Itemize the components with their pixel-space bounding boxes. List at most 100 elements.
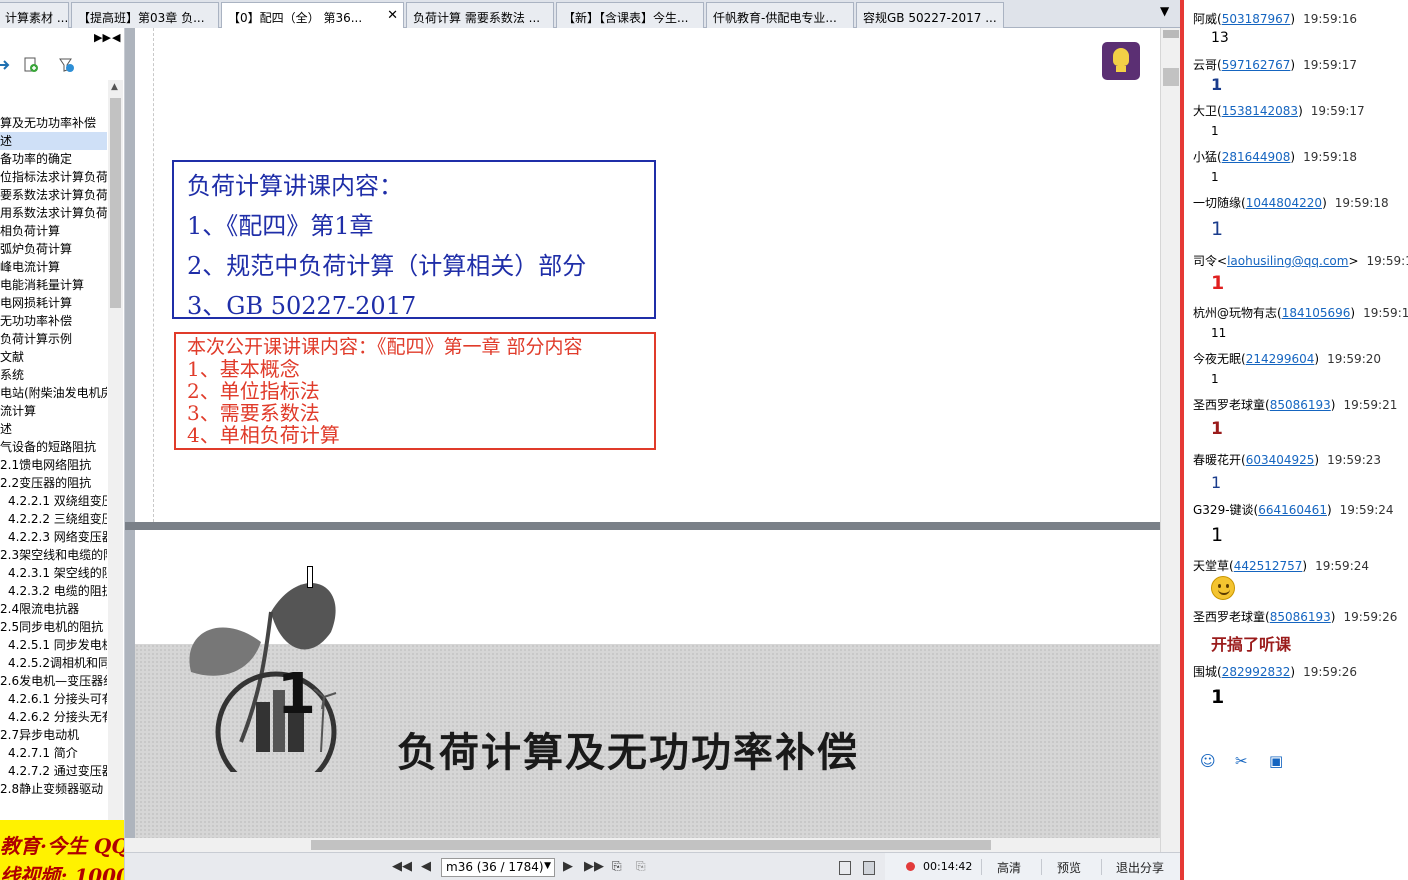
bookmark-item[interactable]: 4.2.6.2 分接头无有	[0, 708, 107, 726]
exit-share-button[interactable]: 退出分享	[1116, 859, 1164, 876]
bookmark-item[interactable]: 4.2.2.3 网络变压器	[0, 528, 107, 546]
tab-6[interactable]: 仟帆教育-供配电专业...	[706, 2, 854, 28]
sender-id-link[interactable]: 85086193	[1270, 610, 1331, 624]
bookmark-item[interactable]: 负荷计算示例	[0, 330, 107, 348]
emoji-icon[interactable]: ☺	[1200, 752, 1218, 770]
bookmark-item[interactable]: 2.7异步电动机	[0, 726, 107, 744]
image-icon[interactable]: ▣	[1269, 752, 1287, 770]
tab-3-active[interactable]: 【0】配四（全） 第36... ✕	[221, 2, 404, 28]
bookmark-item[interactable]: 4.2.7.2 通过变压器	[0, 762, 107, 780]
bookmark-item[interactable]: 2.2变压器的阻抗	[0, 474, 107, 492]
tab-4[interactable]: 负荷计算 需要系数法 ...	[406, 2, 554, 28]
bookmark-item[interactable]: 4.2.5.2调相机和同	[0, 654, 107, 672]
next-page-icon[interactable]: ▶	[563, 859, 573, 874]
bookmark-item[interactable]: 位指标法求计算负荷	[0, 168, 107, 186]
sender-id-link[interactable]: 85086193	[1270, 398, 1331, 412]
tab-dropdown-icon[interactable]: ▼	[1160, 4, 1169, 18]
page-number-select[interactable]: m36 (36 / 1784) ▼	[441, 858, 555, 877]
bookmark-item[interactable]: 述	[0, 420, 107, 438]
continuous-view-icon[interactable]	[863, 861, 875, 875]
hd-button[interactable]: 高清	[997, 859, 1021, 876]
bookmark-item[interactable]: 要系数法求计算负荷	[0, 186, 107, 204]
sender-id-link[interactable]: 282992832	[1222, 665, 1291, 679]
sender-id-link[interactable]: 664160461	[1258, 503, 1327, 517]
scrollbar-thumb[interactable]	[1163, 68, 1179, 86]
sender-id-link[interactable]: 281644908	[1222, 150, 1291, 164]
preview-button[interactable]: 预览	[1057, 859, 1081, 876]
panel-collapse-icon[interactable]: ◀	[112, 31, 120, 44]
tab-label: 计算素材 ...	[5, 11, 69, 25]
sender-id-link[interactable]: 214299604	[1246, 352, 1315, 366]
first-page-icon[interactable]: ◀◀	[392, 859, 412, 874]
sender-id-link[interactable]: 1044804220	[1246, 196, 1322, 210]
bookmark-item[interactable]: 4.2.3.2 电缆的阻抗	[0, 582, 107, 600]
bookmark-item[interactable]: 电站(附柴油发电机房	[0, 384, 107, 402]
previous-page-icon[interactable]: ◀	[421, 859, 431, 874]
bookmark-item[interactable]: 4.2.3.1 架空线的阻	[0, 564, 107, 582]
page-forward-icon[interactable]: ⎘	[636, 859, 646, 874]
bookmark-item[interactable]: 弧炉负荷计算	[0, 240, 107, 258]
bookmark-item[interactable]: 系统	[0, 366, 107, 384]
bookmark-item[interactable]: 电网损耗计算	[0, 294, 107, 312]
bookmark-item[interactable]: 2.8静止变频器驱动	[0, 780, 107, 794]
scroll-up-button[interactable]	[1163, 30, 1179, 38]
bookmark-item[interactable]: 算及无功功率补偿	[0, 114, 107, 132]
document-vertical-scrollbar[interactable]	[1160, 28, 1180, 852]
single-page-view-icon[interactable]	[839, 861, 851, 875]
bookmark-item[interactable]: 4.2.6.1 分接头可有	[0, 690, 107, 708]
bookmark-panel: ▶▶ ◀ 算及无功功率补偿 述 备功率的确定 位指标法求计算负荷 要系数法求计算…	[0, 28, 125, 880]
bookmark-item[interactable]: 2.6发电机—变压器组	[0, 672, 107, 690]
bookmark-item[interactable]: 4.2.7.1 简介	[0, 744, 107, 762]
bookmark-item[interactable]: 气设备的短路阻抗	[0, 438, 107, 456]
last-page-icon[interactable]: ▶▶	[584, 859, 604, 874]
scroll-up-icon[interactable]: ▲	[111, 82, 118, 92]
scissors-icon[interactable]: ✂	[1235, 752, 1253, 770]
tab-5[interactable]: 【新】【含课表】今生...	[556, 2, 704, 28]
bookmark-item[interactable]: 备功率的确定	[0, 150, 107, 168]
bookmark-item[interactable]: 无功功率补偿	[0, 312, 107, 330]
tab-1[interactable]: 计算素材 ...	[0, 2, 69, 28]
chapter-title: 负荷计算及无功功率补偿	[397, 730, 859, 776]
bookmark-item[interactable]: 用系数法求计算负荷	[0, 204, 107, 222]
sender-name: 大卫	[1193, 104, 1218, 118]
bookmark-item[interactable]: 4.2.5.1 同步发电机	[0, 636, 107, 654]
tab-2[interactable]: 【提高班】第03章 负...	[71, 2, 219, 28]
sender-id-link[interactable]: 442512757	[1234, 559, 1303, 573]
bookmark-item[interactable]: 峰电流计算	[0, 258, 107, 276]
chat-message-body: 开搞了听课	[1211, 635, 1292, 654]
double-chevron-right-icon[interactable]: ▶▶	[94, 31, 111, 44]
sender-id-link[interactable]: 603404925	[1246, 453, 1315, 467]
bookmark-scrollbar[interactable]: ▲	[108, 80, 123, 860]
scrollbar-thumb[interactable]	[110, 98, 121, 308]
chat-message-body: 1	[1211, 124, 1219, 138]
bookmark-item[interactable]: 流计算	[0, 402, 107, 420]
arrow-right-icon[interactable]	[0, 56, 12, 74]
sender-id-link[interactable]: 1538142083	[1222, 104, 1298, 118]
sender-id-link[interactable]: 503187967	[1222, 12, 1291, 26]
close-icon[interactable]: ✕	[387, 8, 398, 23]
bookmark-item[interactable]: 2.3架空线和电缆的阻	[0, 546, 107, 564]
sender-id-link[interactable]: 597162767	[1222, 58, 1291, 72]
add-bookmark-icon[interactable]	[22, 56, 40, 74]
bookmark-filter-icon[interactable]	[57, 56, 75, 74]
sender-id-link[interactable]: 184105696	[1282, 306, 1351, 320]
bookmark-item[interactable]: 文献	[0, 348, 107, 366]
sender-id-link[interactable]: laohusiling@qq.com	[1227, 254, 1348, 268]
box-line: 4、单相负荷计算	[187, 423, 340, 447]
bookmark-item[interactable]: 电能消耗量计算	[0, 276, 107, 294]
bookmark-item[interactable]: 2.1馈电网络阻抗	[0, 456, 107, 474]
bookmark-item[interactable]: 2.5同步电机的阻抗	[0, 618, 107, 636]
document-viewport[interactable]: 负荷计算讲课内容： 1、《配四》第1章 2、规范中负荷计算（计算相关）部分 3、…	[125, 28, 1161, 852]
tip-lightbulb-button[interactable]	[1102, 42, 1140, 80]
bookmark-item-selected[interactable]: 述	[0, 132, 107, 150]
document-page-chapter: 1 负荷计算及无功功率补偿	[135, 530, 1161, 852]
bookmark-item[interactable]: 2.4限流电抗器	[0, 600, 107, 618]
scrollbar-thumb[interactable]	[311, 840, 991, 850]
tab-7[interactable]: 容规GB 50227-2017 ...	[856, 2, 1004, 28]
page-back-icon[interactable]: ⎘	[612, 859, 622, 874]
bookmark-item[interactable]: 相负荷计算	[0, 222, 107, 240]
document-horizontal-scrollbar[interactable]	[125, 838, 1160, 852]
watermark-line: 教育·今生 QQ35277786 讲解	[0, 834, 124, 858]
bookmark-item[interactable]: 4.2.2.2 三绕组变压	[0, 510, 107, 528]
bookmark-item[interactable]: 4.2.2.1 双绕组变压	[0, 492, 107, 510]
